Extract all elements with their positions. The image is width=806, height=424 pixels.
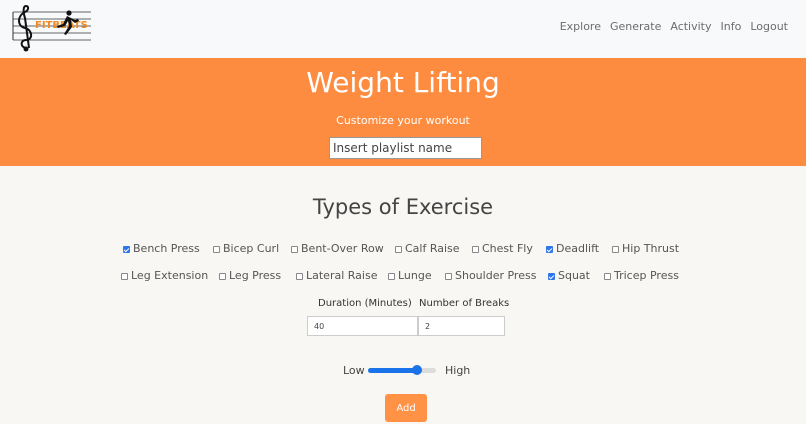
checkbox[interactable]: [291, 245, 298, 253]
exercise-label: Bent-Over Row: [301, 242, 384, 255]
slider-low-label: Low: [343, 364, 365, 377]
nav-explore[interactable]: Explore: [560, 20, 601, 34]
exercise-deadlift[interactable]: Deadlift: [546, 242, 599, 256]
checkbox[interactable]: [395, 245, 402, 253]
exercise-squat[interactable]: Squat: [548, 269, 590, 283]
exercise-bench-press[interactable]: Bench Press: [123, 242, 200, 256]
exercise-label: Leg Extension: [131, 269, 209, 282]
exercise-shoulder-press[interactable]: Shoulder Press: [445, 269, 536, 283]
exercise-label: Bicep Curl: [223, 242, 280, 255]
checkbox[interactable]: [219, 272, 226, 280]
page-title: Weight Lifting: [306, 66, 500, 99]
exercise-section-title: Types of Exercise: [312, 195, 494, 219]
exercise-label: Shoulder Press: [455, 269, 537, 282]
checkbox[interactable]: [604, 272, 611, 280]
exercise-label: Chest Fly: [482, 242, 533, 255]
exercise-label: Squat: [558, 269, 590, 282]
navbar: FITBEATS Explore Generate Activity Info …: [0, 0, 806, 58]
checkbox[interactable]: [548, 272, 555, 280]
hero-banner: Weight Lifting Customize your workout: [0, 58, 806, 166]
checkbox[interactable]: [121, 272, 128, 280]
exercise-label: Calf Raise: [405, 242, 460, 255]
intensity-slider[interactable]: [368, 365, 436, 375]
exercise-leg-press[interactable]: Leg Press: [219, 269, 281, 283]
exercise-chest-fly[interactable]: Chest Fly: [472, 242, 533, 256]
nav-activity[interactable]: Activity: [670, 20, 711, 34]
exercise-lateral-raise[interactable]: Lateral Raise: [296, 269, 377, 283]
checkbox[interactable]: [546, 245, 553, 253]
exercise-lunge[interactable]: Lunge: [388, 269, 432, 283]
exercise-label: Deadlift: [556, 242, 600, 255]
breaks-label: Number of Breaks: [419, 298, 510, 309]
exercise-tricep-press[interactable]: Tricep Press: [604, 269, 679, 283]
checkbox[interactable]: [296, 272, 303, 280]
exercise-hip-thrust[interactable]: Hip Thrust: [612, 242, 679, 256]
exercise-bent-over-row[interactable]: Bent-Over Row: [291, 242, 384, 256]
nav-generate[interactable]: Generate: [610, 20, 661, 34]
checkbox[interactable]: [213, 245, 220, 253]
duration-label: Duration (Minutes): [318, 298, 412, 309]
exercise-leg-extension[interactable]: Leg Extension: [121, 269, 208, 283]
exercise-calf-raise[interactable]: Calf Raise: [395, 242, 460, 256]
duration-input[interactable]: [307, 316, 418, 336]
add-button[interactable]: Add: [385, 394, 427, 422]
breaks-input[interactable]: [418, 316, 505, 336]
slider-fill: [368, 368, 417, 373]
nav-info[interactable]: Info: [721, 20, 742, 34]
exercise-label: Hip Thrust: [622, 242, 680, 255]
checkbox[interactable]: [445, 272, 452, 280]
exercise-label: Lateral Raise: [306, 269, 378, 282]
fitbeats-logo[interactable]: FITBEATS: [11, 4, 93, 54]
nav-logout[interactable]: Logout: [750, 20, 788, 34]
exercise-bicep-curl[interactable]: Bicep Curl: [213, 242, 279, 256]
exercise-row-2: Leg Extension Leg Press Lateral Raise Lu…: [0, 269, 806, 285]
slider-high-label: High: [445, 364, 471, 377]
exercise-label: Lunge: [398, 269, 432, 282]
checkbox[interactable]: [472, 245, 479, 253]
exercise-label: Leg Press: [229, 269, 282, 282]
exercise-label: Tricep Press: [614, 269, 679, 282]
checkbox[interactable]: [388, 272, 395, 280]
slider-thumb[interactable]: [411, 365, 422, 375]
exercise-label: Bench Press: [133, 242, 200, 255]
nav-links: Explore Generate Activity Info Logout: [560, 20, 788, 34]
checkbox[interactable]: [612, 245, 619, 253]
exercise-row-1: Bench Press Bicep Curl Bent-Over Row Cal…: [0, 242, 806, 258]
checkbox[interactable]: [123, 245, 130, 253]
playlist-name-input[interactable]: [329, 137, 482, 159]
page-subtitle: Customize your workout: [336, 114, 470, 127]
